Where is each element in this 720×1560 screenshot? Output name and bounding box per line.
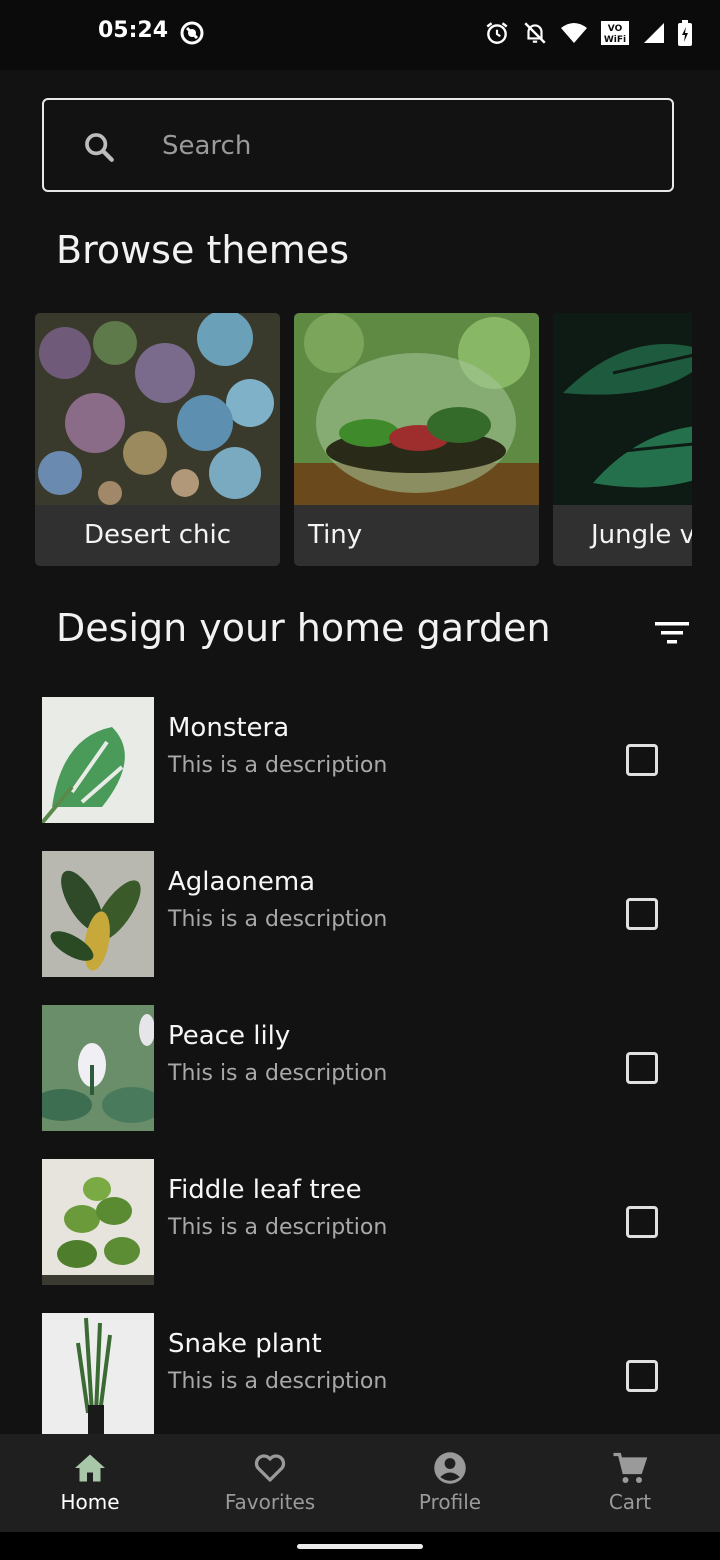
bottom-navigation: Home Favorites Profile Cart bbox=[0, 1434, 720, 1532]
battery-icon bbox=[678, 20, 692, 46]
gesture-handle[interactable] bbox=[297, 1544, 423, 1549]
plant-name: Fiddle leaf tree bbox=[168, 1175, 362, 1205]
theme-card-jungle-vibes[interactable]: Jungle vibes bbox=[553, 313, 692, 566]
search-field[interactable] bbox=[42, 98, 674, 192]
theme-card-tiny[interactable]: Tiny bbox=[294, 313, 539, 566]
nav-label: Home bbox=[60, 1490, 120, 1514]
browse-themes-title: Browse themes bbox=[56, 228, 349, 272]
plant-description: This is a description bbox=[168, 1369, 388, 1394]
theme-label: Desert chic bbox=[35, 505, 280, 566]
plant-thumbnail-peace-lily bbox=[42, 1005, 154, 1131]
plant-thumbnail-snake-plant bbox=[42, 1313, 154, 1439]
mute-icon bbox=[524, 22, 546, 44]
app-circle-icon bbox=[180, 21, 204, 45]
signal-icon bbox=[644, 23, 664, 43]
nav-item-cart[interactable]: Cart bbox=[540, 1434, 720, 1532]
list-item[interactable]: Aglaonema This is a description bbox=[42, 851, 682, 977]
home-icon bbox=[75, 1454, 105, 1482]
cart-icon bbox=[613, 1452, 648, 1483]
account-circle-icon bbox=[434, 1452, 466, 1484]
theme-image-succulents bbox=[35, 313, 280, 505]
select-checkbox[interactable] bbox=[626, 1206, 658, 1238]
nav-label: Profile bbox=[418, 1490, 482, 1514]
search-icon bbox=[85, 133, 114, 162]
theme-image-terrarium bbox=[294, 313, 539, 505]
vowifi-bottom-text: WiFi bbox=[604, 35, 626, 45]
list-item[interactable]: Snake plant This is a description bbox=[42, 1313, 682, 1439]
list-item[interactable]: Monstera This is a description bbox=[42, 697, 682, 823]
nav-label: Cart bbox=[608, 1490, 652, 1514]
filter-icon[interactable] bbox=[652, 618, 692, 648]
vowifi-top-text: VO bbox=[608, 24, 623, 34]
plant-thumbnail-monstera bbox=[42, 697, 154, 823]
list-item[interactable]: Peace lily This is a description bbox=[42, 1005, 682, 1131]
theme-label: Tiny bbox=[294, 505, 539, 566]
garden-section-title: Design your home garden bbox=[56, 606, 551, 650]
select-checkbox[interactable] bbox=[626, 744, 658, 776]
wifi-icon bbox=[561, 23, 587, 43]
nav-item-favorites[interactable]: Favorites bbox=[180, 1434, 360, 1532]
nav-item-home[interactable]: Home bbox=[0, 1434, 180, 1532]
plant-name: Peace lily bbox=[168, 1021, 291, 1051]
plant-description: This is a description bbox=[168, 907, 388, 932]
theme-image-jungle bbox=[553, 313, 692, 505]
plant-name: Monstera bbox=[168, 713, 290, 743]
search-input[interactable] bbox=[160, 120, 644, 172]
status-icons: VO WiFi bbox=[484, 20, 692, 46]
heart-icon bbox=[254, 1454, 286, 1482]
plant-thumbnail-fiddle-leaf-tree bbox=[42, 1159, 154, 1285]
status-time: 05:24 bbox=[98, 18, 169, 43]
nav-item-profile[interactable]: Profile bbox=[360, 1434, 540, 1532]
themes-carousel[interactable]: Desert chic Tiny Jungle vibes bbox=[35, 313, 692, 566]
plant-thumbnail-aglaonema bbox=[42, 851, 154, 977]
plant-name: Aglaonema bbox=[168, 867, 316, 897]
status-bar: 05:24 VO WiFi bbox=[0, 0, 720, 70]
theme-card-desert-chic[interactable]: Desert chic bbox=[35, 313, 280, 566]
select-checkbox[interactable] bbox=[626, 1360, 658, 1392]
list-item[interactable]: Fiddle leaf tree This is a description bbox=[42, 1159, 682, 1285]
plant-description: This is a description bbox=[168, 1061, 388, 1086]
theme-label: Jungle vibes bbox=[553, 505, 692, 566]
select-checkbox[interactable] bbox=[626, 1052, 658, 1084]
plant-name: Snake plant bbox=[168, 1329, 322, 1359]
vowifi-icon: VO WiFi bbox=[601, 21, 629, 45]
nav-label: Favorites bbox=[224, 1490, 316, 1514]
select-checkbox[interactable] bbox=[626, 898, 658, 930]
plant-description: This is a description bbox=[168, 1215, 388, 1240]
alarm-icon bbox=[486, 22, 508, 44]
plant-description: This is a description bbox=[168, 753, 388, 778]
